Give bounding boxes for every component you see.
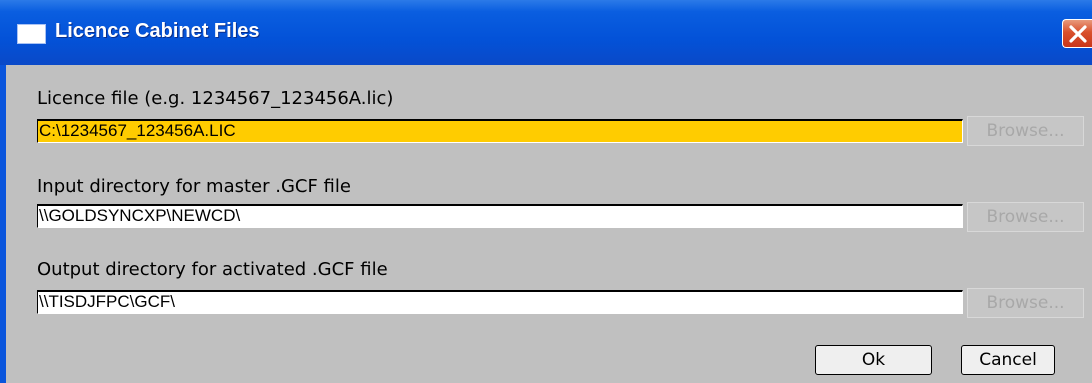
window-title: Licence Cabinet Files [55, 20, 260, 42]
output-directory-label: Output directory for activated .GCF file [37, 259, 388, 280]
licence-file-browse-button[interactable]: Browse... [967, 116, 1084, 146]
licence-file-label: Licence file (e.g. 1234567_123456A.lic) [37, 88, 394, 109]
input-directory-input[interactable]: \\GOLDSYNCXP\NEWCD\ [37, 204, 963, 228]
licence-cabinet-files-dialog: Licence Cabinet Files Licence file (e.g.… [0, 0, 1092, 383]
input-directory-browse-button[interactable]: Browse... [967, 202, 1084, 232]
output-directory-browse-button[interactable]: Browse... [967, 288, 1084, 318]
output-directory-input[interactable]: \\TISDJFPC\GCF\ [37, 290, 963, 314]
cancel-button[interactable]: Cancel [961, 345, 1055, 375]
close-button[interactable] [1062, 19, 1092, 48]
licence-file-input[interactable]: C:\1234567_123456A.LIC [37, 119, 963, 143]
ok-button[interactable]: Ok [815, 345, 932, 375]
input-directory-label: Input directory for master .GCF file [37, 176, 351, 197]
dialog-body: Licence file (e.g. 1234567_123456A.lic) … [6, 65, 1092, 383]
close-icon [1069, 25, 1087, 43]
title-bar[interactable]: Licence Cabinet Files [0, 0, 1092, 65]
window-icon [17, 24, 46, 44]
